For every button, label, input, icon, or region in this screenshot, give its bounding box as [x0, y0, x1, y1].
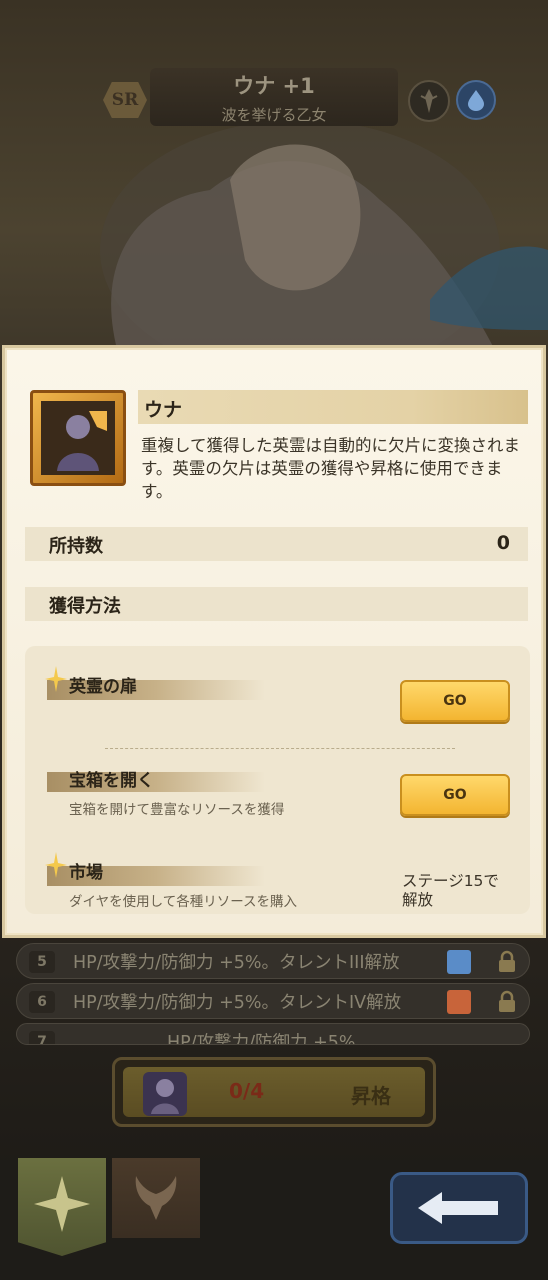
hero-illustration	[100, 120, 548, 360]
item-name: ウナ	[144, 399, 183, 421]
hero-shard-item-icon	[30, 390, 126, 486]
owned-value: 0	[496, 532, 510, 554]
ascension-row: 7 HP/攻撃力/防御力 +5%	[16, 1023, 530, 1045]
owned-label: 所持数	[49, 536, 103, 557]
shard-info-modal: ウナ 重複して獲得した英霊は自動的に欠片に変換されます。英霊の欠片は英霊の獲得や…	[2, 345, 546, 938]
lock-icon	[495, 990, 519, 1014]
acquire-label: 獲得方法	[49, 596, 121, 617]
crystal-sword-icon[interactable]	[408, 80, 450, 122]
item-description: 重複して獲得した英霊は自動的に欠片に変換されます。英霊の欠片は英霊の獲得や昇格に…	[141, 436, 521, 501]
owned-row: 所持数 0	[25, 527, 528, 561]
go-button[interactable]: GO	[400, 680, 510, 722]
water-drop-icon[interactable]	[456, 80, 496, 120]
back-button[interactable]	[390, 1172, 528, 1244]
talent-icon	[447, 990, 471, 1014]
ascension-effect: HP/攻撃力/防御力 +5%	[167, 1033, 356, 1045]
sparkle-icon	[45, 666, 67, 692]
horned-crest-icon	[135, 1176, 177, 1220]
method-desc: 宝箱を開けて豊富なリソースを獲得	[69, 802, 285, 818]
acquire-header: 獲得方法	[25, 587, 528, 621]
arrow-left-icon	[418, 1192, 498, 1224]
ascension-row: 5 HP/攻撃力/防御力 +5%。タレントIII解放	[16, 943, 530, 979]
hero-subtitle: 波を挙げる乙女	[221, 106, 327, 124]
ascension-level: 7	[29, 1031, 55, 1044]
method-title: 宝箱を開く	[69, 771, 154, 791]
hero-art-area	[0, 0, 548, 360]
divider	[105, 748, 455, 749]
ascension-effect: HP/攻撃力/防御力 +5%。タレントIV解放	[73, 993, 402, 1013]
go-button[interactable]: GO	[400, 774, 510, 816]
ascension-row: 6 HP/攻撃力/防御力 +5%。タレントIV解放	[16, 983, 530, 1019]
item-name-bar: ウナ	[138, 390, 528, 424]
shard-count: 0/4	[229, 1079, 265, 1103]
ascension-effect: HP/攻撃力/防御力 +5%。タレントIII解放	[73, 953, 400, 973]
tab-ascension[interactable]	[18, 1158, 106, 1256]
tab-talent[interactable]	[112, 1158, 200, 1238]
ascension-level: 6	[29, 991, 55, 1013]
sparkle-icon	[45, 852, 67, 878]
method-title: 英霊の扉	[69, 677, 137, 697]
rarity-badge: SR	[103, 82, 147, 118]
method-title: 市場	[69, 863, 103, 883]
unlock-condition: ステージ15で解放	[402, 872, 499, 909]
promote-label: 昇格	[351, 1084, 391, 1108]
star-compass-icon	[34, 1176, 90, 1232]
promote-button[interactable]: 0/4 昇格	[112, 1057, 436, 1127]
hero-name: ウナ +1	[233, 74, 315, 98]
talent-icon	[447, 950, 471, 974]
method-desc: ダイヤを使用して各種リソースを購入	[69, 894, 298, 910]
ascension-level: 5	[29, 951, 55, 973]
hero-shard-icon	[139, 1068, 191, 1120]
acquire-methods-list: 英霊の扉 GO 宝箱を開く 宝箱を開けて豊富なリソースを獲得 GO 市場 ダイヤ…	[25, 646, 530, 914]
lock-icon	[495, 950, 519, 974]
